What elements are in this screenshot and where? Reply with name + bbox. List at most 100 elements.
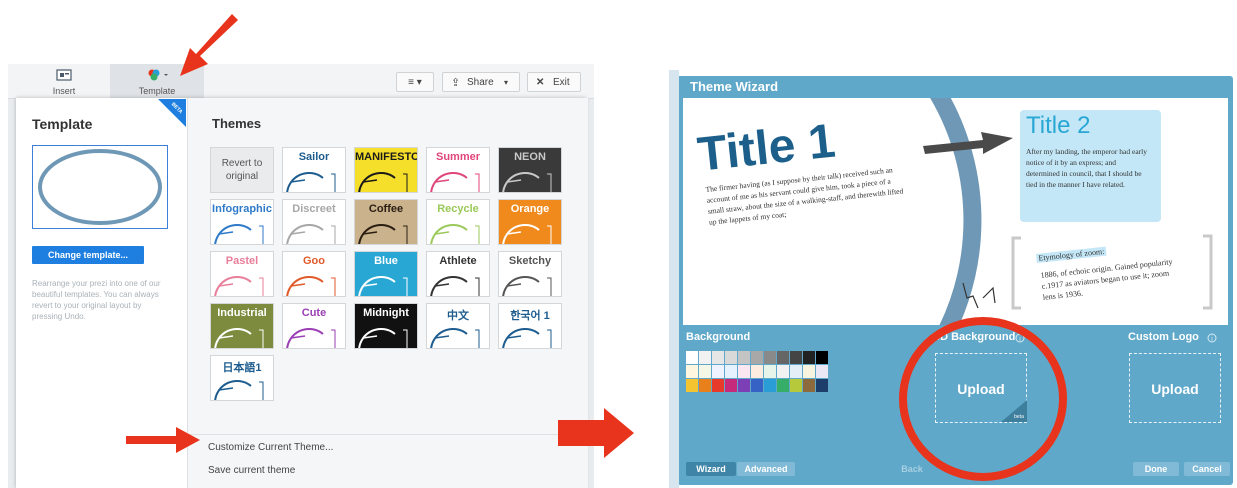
theme-tile-name: Summer (435, 151, 481, 163)
color-swatch[interactable] (738, 365, 750, 378)
theme-tile[interactable]: Summer (426, 147, 490, 193)
theme-tile-name: Goo (303, 255, 325, 267)
red-circle-highlight (899, 317, 1067, 481)
color-swatch[interactable] (738, 379, 750, 392)
theme-tile[interactable]: Blue (354, 251, 418, 297)
color-swatch[interactable] (686, 351, 698, 364)
share-button[interactable]: ⇪ Share ▾ (442, 72, 520, 92)
color-swatch[interactable] (699, 351, 711, 364)
theme-tile-name: 日本語1 (222, 362, 262, 374)
color-swatch[interactable] (790, 365, 802, 378)
color-swatch[interactable] (790, 379, 802, 392)
revert-to-original-tile[interactable]: Revert to original (210, 147, 274, 193)
theme-tile-name: Athlete (439, 255, 477, 267)
color-swatch[interactable] (686, 379, 698, 392)
divider (188, 434, 588, 435)
close-icon: ✕ (536, 77, 545, 88)
theme-tile-name: Industrial (217, 307, 267, 319)
color-swatch[interactable] (751, 379, 763, 392)
color-swatch[interactable] (803, 351, 815, 364)
share-icon: ⇪ (451, 77, 461, 89)
color-swatch[interactable] (699, 365, 711, 378)
upload-label: Upload (1151, 381, 1199, 397)
theme-tile[interactable]: Industrial (210, 303, 274, 349)
theme-tile[interactable]: Goo (282, 251, 346, 297)
background-edge (669, 70, 679, 488)
view-menu-button[interactable]: ≡ ▾ (396, 72, 434, 92)
theme-tile[interactable]: Sailor (282, 147, 346, 193)
color-swatch[interactable] (751, 351, 763, 364)
theme-tile[interactable]: Midnight (354, 303, 418, 349)
wizard-title: Theme Wizard (690, 79, 779, 94)
color-swatch[interactable] (725, 365, 737, 378)
theme-tile-name: 中文 (447, 310, 469, 322)
theme-tile[interactable]: Orange (498, 199, 562, 245)
color-swatch[interactable] (816, 351, 828, 364)
customize-theme-link[interactable]: Customize Current Theme... (208, 442, 333, 453)
theme-tile[interactable]: Infographic (210, 199, 274, 245)
theme-tile[interactable]: Discreet (282, 199, 346, 245)
theme-tile[interactable]: Athlete (426, 251, 490, 297)
template-icon (148, 69, 168, 81)
color-swatch[interactable] (712, 365, 724, 378)
info-icon: i (1207, 333, 1217, 343)
template-title: Template (32, 116, 93, 132)
color-swatch[interactable] (712, 379, 724, 392)
theme-tile-name: Pastel (225, 255, 259, 267)
tab-advanced[interactable]: Advanced (737, 462, 795, 476)
custom-logo-upload[interactable]: Upload (1129, 353, 1221, 423)
cancel-button[interactable]: Cancel (1184, 462, 1230, 476)
theme-preview: Title 1 The firmer having (as I suppose … (683, 98, 1228, 325)
theme-tile[interactable]: Recycle (426, 199, 490, 245)
template-label: Template (138, 86, 176, 96)
theme-tile[interactable]: NEON (498, 147, 562, 193)
color-swatch[interactable] (803, 365, 815, 378)
theme-tile[interactable]: 한국어 1 (498, 303, 562, 349)
color-swatch[interactable] (816, 365, 828, 378)
theme-tile-name: Recycle (437, 203, 479, 215)
red-arrow-customize (126, 427, 200, 453)
color-swatch[interactable] (725, 379, 737, 392)
save-theme-link[interactable]: Save current theme (208, 465, 295, 476)
color-swatch[interactable] (777, 365, 789, 378)
color-swatch[interactable] (764, 351, 776, 364)
color-swatch[interactable] (777, 351, 789, 364)
preview-title-2-box: Title 2 After my landing, the emperor ha… (1020, 110, 1161, 222)
template-thumbnail[interactable] (32, 145, 168, 229)
color-swatch[interactable] (751, 365, 763, 378)
red-arrow-template (180, 14, 238, 76)
theme-tile-name: Blue (374, 255, 398, 267)
background-swatches (686, 351, 828, 395)
beta-ribbon: BETA (158, 99, 186, 127)
done-button[interactable]: Done (1133, 462, 1179, 476)
color-swatch[interactable] (725, 351, 737, 364)
color-swatch[interactable] (699, 379, 711, 392)
theme-tile-name: Infographic (212, 203, 272, 215)
theme-tile-name: Coffee (368, 203, 404, 215)
color-swatch[interactable] (764, 379, 776, 392)
exit-button[interactable]: ✕ Exit (527, 72, 581, 92)
color-swatch[interactable] (803, 379, 815, 392)
theme-tile-name: 한국어 1 (510, 310, 550, 322)
theme-tile[interactable]: Coffee (354, 199, 418, 245)
theme-tile[interactable]: 中文 (426, 303, 490, 349)
theme-tile[interactable]: 日本語1 (210, 355, 274, 401)
tab-wizard[interactable]: Wizard (686, 462, 736, 476)
theme-tile[interactable]: Sketchy (498, 251, 562, 297)
insert-button[interactable]: Insert (44, 64, 84, 98)
theme-tile[interactable]: Pastel (210, 251, 274, 297)
color-swatch[interactable] (816, 379, 828, 392)
color-swatch[interactable] (712, 351, 724, 364)
color-swatch[interactable] (686, 365, 698, 378)
change-template-button[interactable]: Change template... (32, 246, 144, 264)
theme-tile[interactable]: MANIFESTO (354, 147, 418, 193)
back-button[interactable]: Back (886, 462, 938, 476)
themes-title: Themes (212, 116, 262, 131)
color-swatch[interactable] (764, 365, 776, 378)
theme-tile[interactable]: Cute (282, 303, 346, 349)
preview-body-2: After my landing, the emperor had early … (1026, 147, 1147, 189)
color-swatch[interactable] (738, 351, 750, 364)
color-swatch[interactable] (790, 351, 802, 364)
custom-logo-label: Custom Logo (1128, 331, 1199, 343)
color-swatch[interactable] (777, 379, 789, 392)
